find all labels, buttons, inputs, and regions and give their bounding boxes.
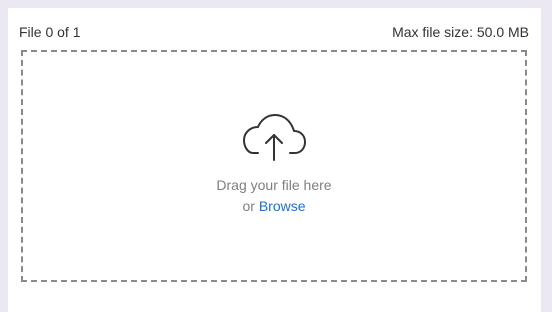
max-file-size-label: Max file size: 50.0 MB	[392, 24, 529, 40]
or-label: or	[242, 198, 255, 214]
cloud-upload-icon	[243, 114, 306, 161]
upload-header: File 0 of 1 Max file size: 50.0 MB	[19, 23, 529, 41]
browse-line: or Browse	[242, 197, 305, 215]
file-drop-zone[interactable]: Drag your file here or Browse	[21, 50, 527, 282]
file-count-label: File 0 of 1	[19, 24, 81, 40]
file-upload-panel: File 0 of 1 Max file size: 50.0 MB Drag …	[8, 8, 541, 312]
drag-instruction: Drag your file here	[216, 177, 332, 193]
browse-link[interactable]: Browse	[259, 198, 306, 214]
